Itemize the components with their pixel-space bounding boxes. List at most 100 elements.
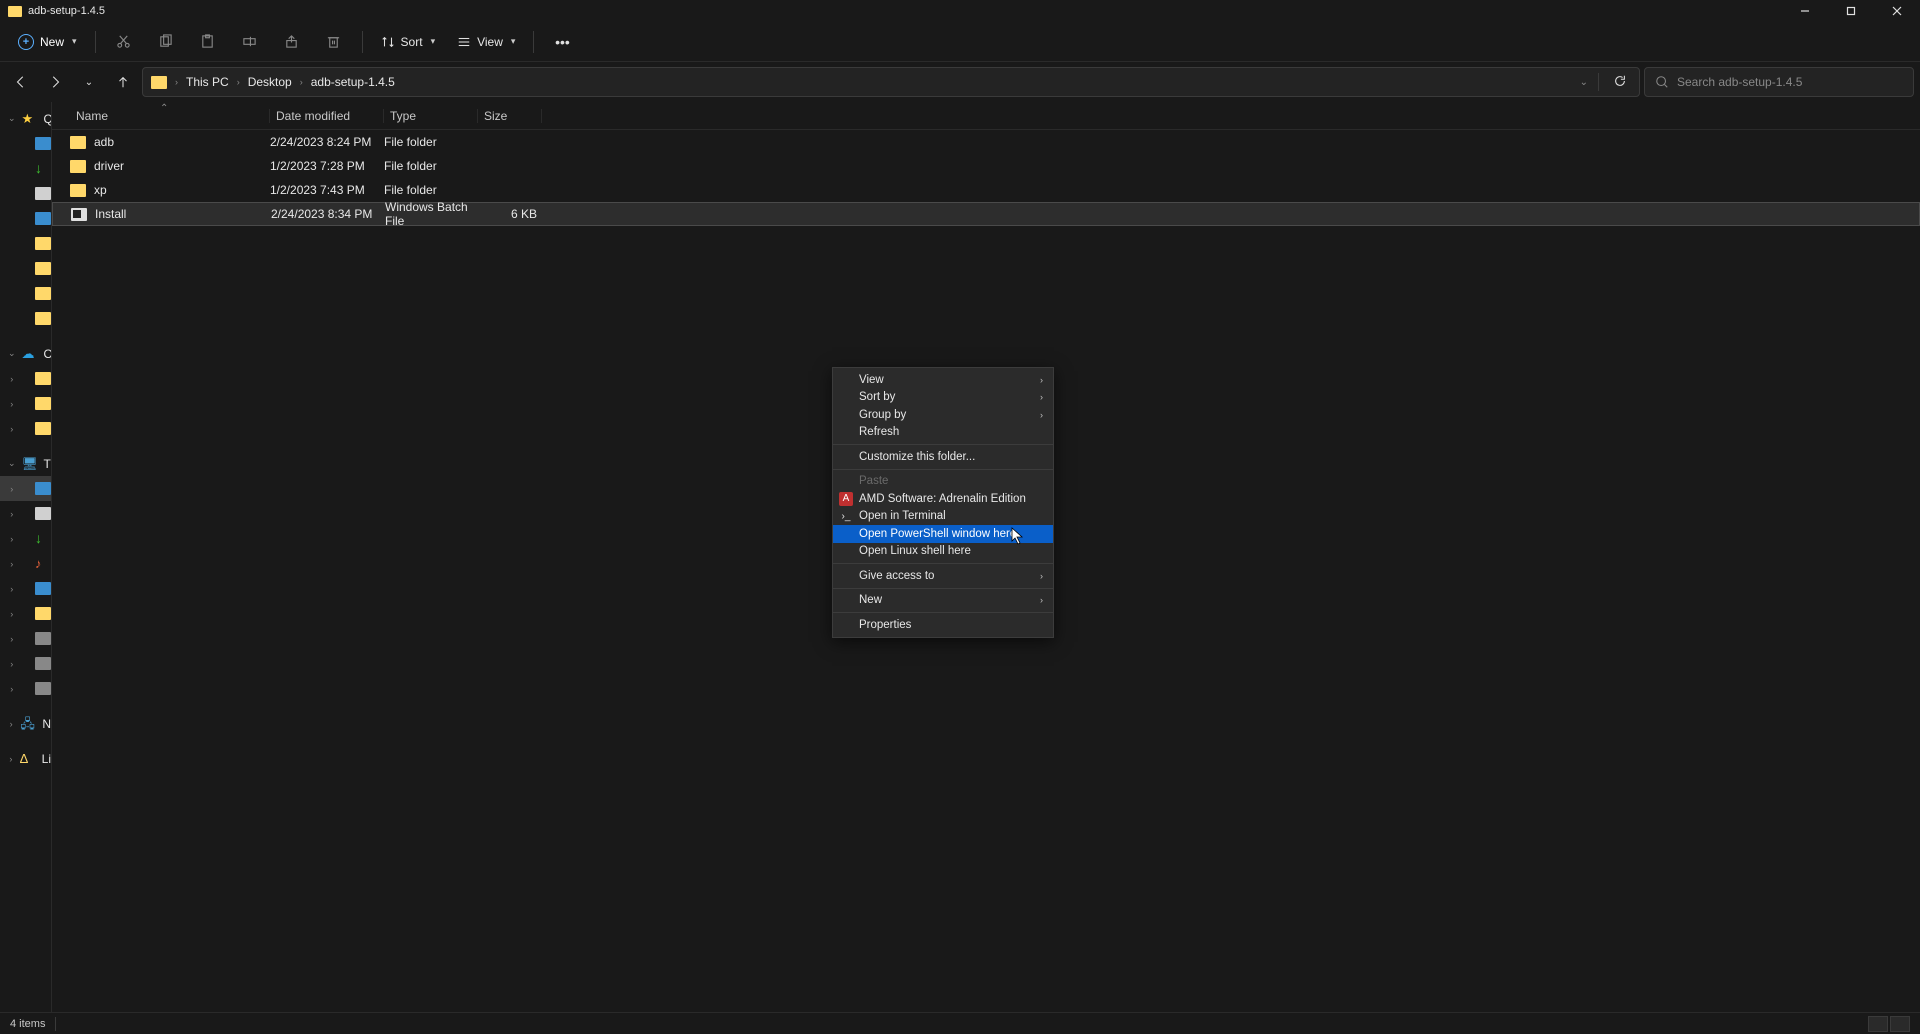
column-date[interactable]: Date modified (270, 109, 384, 123)
copy-icon[interactable] (148, 27, 184, 57)
folder-icon (151, 76, 167, 89)
sidebar-item[interactable] (0, 306, 51, 331)
separator (833, 612, 1053, 613)
sidebar-item[interactable]: › (0, 676, 51, 701)
sidebar-item[interactable]: › (0, 576, 51, 601)
folder-icon (70, 184, 86, 197)
view-button[interactable]: View ▾ (449, 31, 523, 53)
file-name: driver (94, 159, 270, 173)
thumbnails-view-button[interactable] (1890, 1016, 1910, 1032)
paste-icon[interactable] (190, 27, 226, 57)
close-button[interactable] (1874, 0, 1920, 22)
delete-icon[interactable] (316, 27, 352, 57)
file-type: File folder (384, 183, 478, 197)
sidebar-item[interactable]: › (0, 626, 51, 651)
cm-give-access[interactable]: Give access to› (833, 567, 1053, 585)
sidebar-item[interactable] (0, 206, 51, 231)
sidebar-item-desktop[interactable]: › (0, 476, 51, 501)
toolbar: + New ▾ Sort ▾ View ▾ ••• (0, 22, 1920, 62)
sidebar-item[interactable]: › (0, 601, 51, 626)
view-toggle (1868, 1016, 1910, 1032)
cm-properties[interactable]: Properties (833, 616, 1053, 634)
cm-amd[interactable]: AAMD Software: Adrenalin Edition (833, 490, 1053, 508)
file-date: 2/24/2023 8:24 PM (270, 135, 384, 149)
address-bar[interactable]: › This PC › Desktop › adb-setup-1.4.5 ⌄ (142, 67, 1640, 97)
sidebar-onedrive[interactable]: ⌄☁O (0, 341, 51, 366)
rename-icon[interactable] (232, 27, 268, 57)
cm-customize[interactable]: Customize this folder... (833, 448, 1053, 466)
separator (833, 588, 1053, 589)
column-size[interactable]: Size (478, 109, 542, 123)
forward-button[interactable] (40, 67, 70, 97)
search-icon (1655, 75, 1669, 89)
minimize-button[interactable] (1782, 0, 1828, 22)
sidebar-network[interactable]: ›🖧N (0, 711, 51, 736)
separator (833, 563, 1053, 564)
file-date: 1/2/2023 7:43 PM (270, 183, 384, 197)
recent-button[interactable]: ⌄ (74, 67, 104, 97)
sidebar-item[interactable]: › (0, 501, 51, 526)
cut-icon[interactable] (106, 27, 142, 57)
cm-paste: Paste (833, 473, 1053, 491)
file-name: adb (94, 135, 270, 149)
sidebar: ⌄★Q ↓ ⌄☁O › › › ⌄🖥TI › › ›↓ ›♪ › › › › ›… (0, 102, 52, 1012)
breadcrumb[interactable]: adb-setup-1.4.5 (307, 73, 399, 91)
folder-icon (70, 136, 86, 149)
sort-button[interactable]: Sort ▾ (373, 31, 444, 53)
cm-group-by[interactable]: Group by› (833, 406, 1053, 424)
breadcrumb-sep: › (175, 77, 178, 87)
cm-new[interactable]: New› (833, 592, 1053, 610)
divider (362, 31, 363, 53)
back-button[interactable] (6, 67, 36, 97)
file-row[interactable]: adb2/24/2023 8:24 PMFile folder (52, 130, 1920, 154)
window-folder-icon (8, 6, 22, 17)
sidebar-linux[interactable]: ›ΔLi (0, 746, 51, 771)
sidebar-item[interactable]: ›♪ (0, 551, 51, 576)
cm-view[interactable]: View› (833, 371, 1053, 389)
cm-refresh[interactable]: Refresh (833, 424, 1053, 442)
sidebar-item[interactable]: › (0, 651, 51, 676)
sidebar-this-pc[interactable]: ⌄🖥TI (0, 451, 51, 476)
sidebar-item[interactable]: ↓ (0, 156, 51, 181)
amd-icon: A (839, 492, 853, 506)
breadcrumb-sep: › (237, 77, 240, 87)
share-icon[interactable] (274, 27, 310, 57)
refresh-button[interactable] (1609, 70, 1631, 95)
new-button[interactable]: + New ▾ (10, 30, 85, 54)
divider (95, 31, 96, 53)
sidebar-item[interactable]: › (0, 366, 51, 391)
more-button[interactable]: ••• (544, 27, 580, 57)
maximize-button[interactable] (1828, 0, 1874, 22)
window-title: adb-setup-1.4.5 (28, 5, 105, 17)
chevron-down-icon[interactable]: ⌄ (1580, 77, 1588, 88)
sidebar-item[interactable]: › (0, 416, 51, 441)
file-type: Windows Batch File (385, 200, 479, 228)
search-input[interactable]: Search adb-setup-1.4.5 (1644, 67, 1914, 97)
cm-open-powershell[interactable]: Open PowerShell window here (833, 525, 1053, 543)
file-name: xp (94, 183, 270, 197)
cm-sort-by[interactable]: Sort by› (833, 389, 1053, 407)
details-view-button[interactable] (1868, 1016, 1888, 1032)
sidebar-item[interactable] (0, 181, 51, 206)
terminal-icon: ›_ (839, 509, 853, 523)
sidebar-item[interactable] (0, 281, 51, 306)
file-date: 2/24/2023 8:34 PM (271, 207, 385, 221)
file-row[interactable]: driver1/2/2023 7:28 PMFile folder (52, 154, 1920, 178)
up-button[interactable] (108, 67, 138, 97)
sidebar-item[interactable] (0, 131, 51, 156)
sidebar-item[interactable]: ›↓ (0, 526, 51, 551)
cm-open-linux[interactable]: Open Linux shell here (833, 543, 1053, 561)
sidebar-quick-access[interactable]: ⌄★Q (0, 106, 51, 131)
sidebar-item[interactable]: › (0, 391, 51, 416)
column-type[interactable]: Type (384, 109, 478, 123)
file-row[interactable]: xp1/2/2023 7:43 PMFile folder (52, 178, 1920, 202)
cm-open-terminal[interactable]: ›_Open in Terminal (833, 508, 1053, 526)
item-count: 4 items (10, 1018, 45, 1030)
sidebar-item[interactable] (0, 231, 51, 256)
column-name[interactable]: Name (70, 109, 270, 123)
file-row[interactable]: Install2/24/2023 8:34 PMWindows Batch Fi… (52, 202, 1920, 226)
chevron-down-icon: ▾ (72, 36, 77, 47)
breadcrumb[interactable]: Desktop (244, 73, 296, 91)
sidebar-item[interactable] (0, 256, 51, 281)
breadcrumb[interactable]: This PC (182, 73, 233, 91)
